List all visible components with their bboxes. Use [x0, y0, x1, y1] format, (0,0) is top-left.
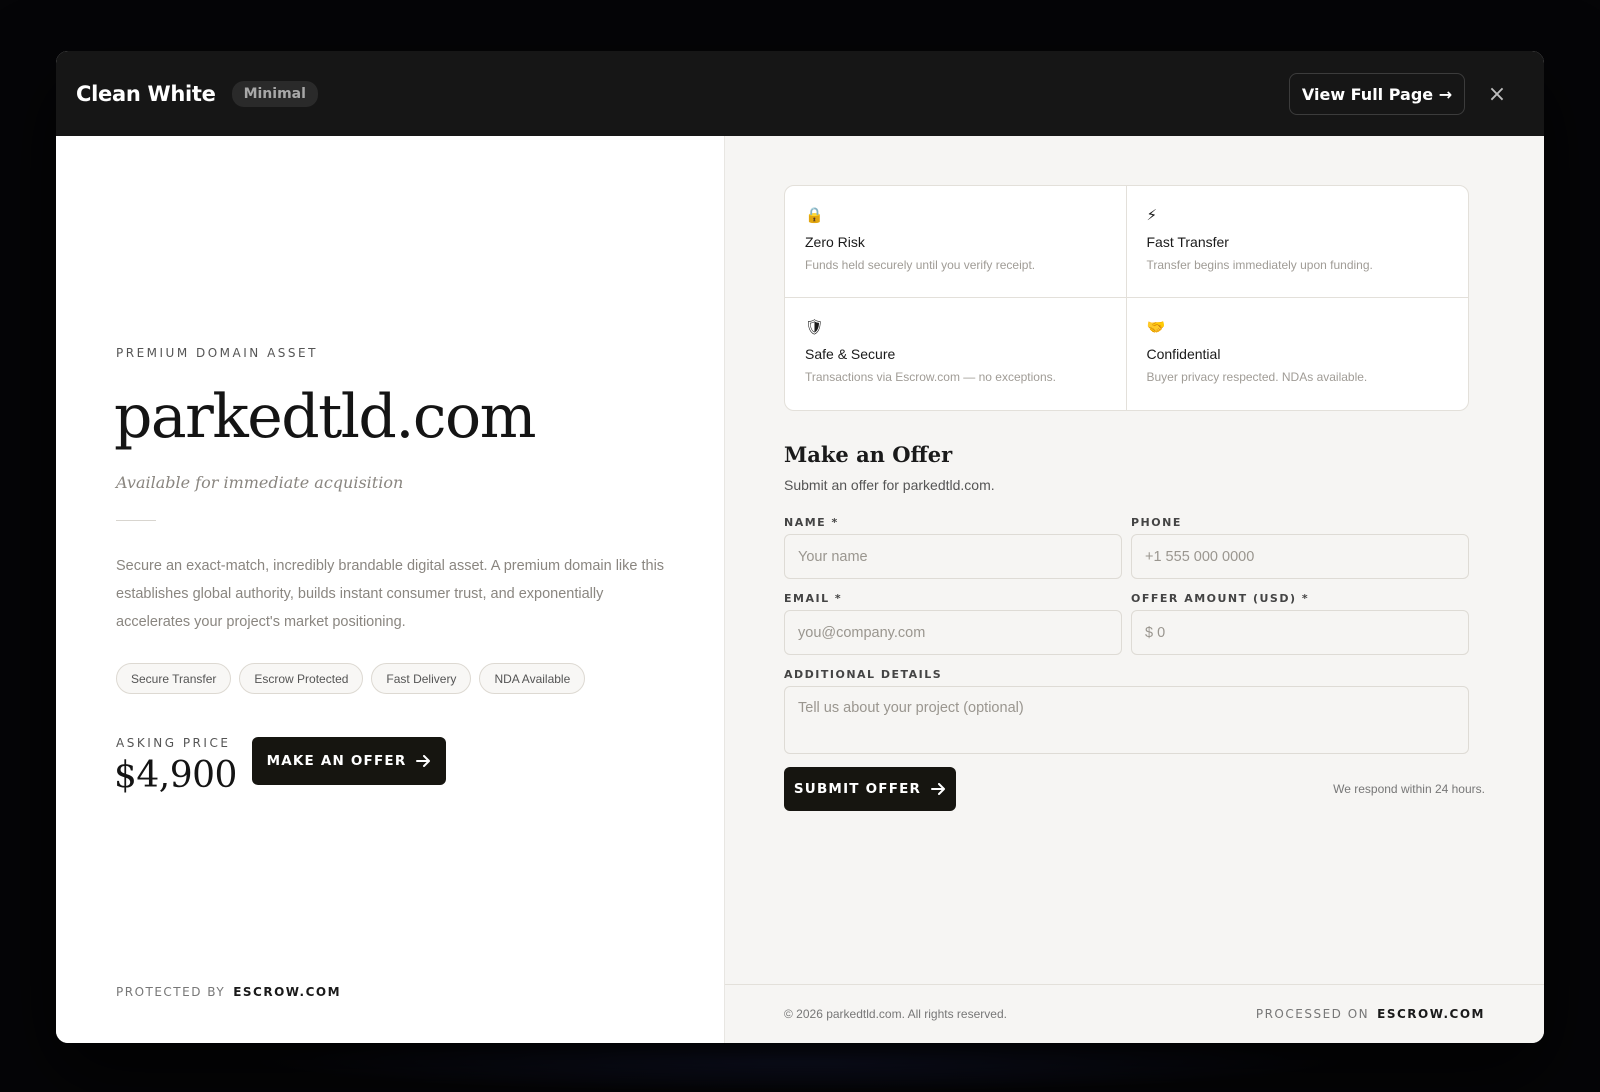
domain-description: Secure an exact-match, incredibly branda…: [116, 558, 665, 630]
divider: [116, 520, 156, 521]
feature-title: Confidential: [1146, 346, 1221, 362]
feature-desc: Transactions via Escrow.com — no excepti…: [805, 370, 1056, 384]
asking-price: $4,900: [114, 755, 237, 796]
feature-desc: Funds held securely until you verify rec…: [805, 258, 1036, 272]
processed-brand: ESCROW.COM: [1377, 1007, 1485, 1021]
submit-offer-label: SUBMIT OFFER: [793, 781, 922, 797]
feature-tags: Secure Transfer Escrow Protected Fast De…: [116, 663, 586, 694]
close-icon[interactable]: ×: [1484, 81, 1510, 107]
modal-header: Clean White Minimal View Full Page → ×: [56, 51, 1544, 136]
offer-form-subtitle: Submit an offer for parkedtld.com.: [784, 477, 995, 493]
feature-title: Zero Risk: [805, 234, 865, 250]
copyright: © 2026 parkedtld.com. All rights reserve…: [784, 1007, 1007, 1021]
features-grid: 🔒 Zero Risk Funds held securely until yo…: [784, 185, 1469, 411]
theme-badge: Minimal: [231, 80, 318, 107]
arrow-right-icon: [931, 783, 946, 795]
panel-footer: © 2026 parkedtld.com. All rights reserve…: [725, 984, 1544, 1043]
submit-offer-button[interactable]: SUBMIT OFFER: [784, 767, 956, 811]
tag: Fast Delivery: [371, 663, 472, 694]
asking-price-label: ASKING PRICE: [116, 736, 231, 750]
email-input[interactable]: [784, 610, 1122, 655]
offer-panel: 🔒 Zero Risk Funds held securely until yo…: [725, 136, 1544, 1043]
phone-label: PHONE: [1131, 516, 1182, 529]
additional-details-label: ADDITIONAL DETAILS: [784, 668, 943, 681]
tag: NDA Available: [479, 663, 586, 694]
feature-title: Fast Transfer: [1146, 234, 1229, 250]
offer-form-title: Make an Offer: [784, 442, 953, 467]
make-offer-button[interactable]: MAKE AN OFFER: [252, 737, 446, 785]
offer-amount-label: OFFER AMOUNT (USD) *: [1131, 592, 1310, 605]
feature-card-confidential: 🤝 Confidential Buyer privacy respected. …: [1127, 298, 1469, 410]
domain-subtitle: Available for immediate acquisition: [116, 473, 404, 492]
handshake-icon: 🤝: [1146, 318, 1166, 336]
protected-brand: ESCROW.COM: [233, 985, 342, 999]
modal-body: PREMIUM DOMAIN ASSET parkedtld.com Avail…: [56, 136, 1544, 1043]
lock-icon: 🔒: [805, 206, 824, 224]
arrow-right-icon: [416, 755, 431, 767]
domain-name: parkedtld.com: [114, 382, 537, 452]
phone-input[interactable]: [1131, 534, 1469, 579]
lightning-icon: ⚡: [1146, 206, 1158, 224]
offer-amount-input[interactable]: [1131, 610, 1469, 655]
name-label: NAME *: [784, 516, 839, 529]
processed-on: PROCESSED ON ESCROW.COM: [1256, 1007, 1485, 1021]
protected-by: PROTECTED BY ESCROW.COM: [116, 985, 341, 999]
tag: Secure Transfer: [116, 663, 232, 694]
feature-desc: Buyer privacy respected. NDAs available.: [1146, 370, 1368, 384]
tag: Escrow Protected: [239, 663, 364, 694]
name-input[interactable]: [784, 534, 1122, 579]
email-label: EMAIL *: [784, 592, 843, 605]
domain-info-panel: PREMIUM DOMAIN ASSET parkedtld.com Avail…: [56, 136, 725, 1043]
feature-desc: Transfer begins immediately upon funding…: [1146, 258, 1373, 272]
feature-title: Safe & Secure: [805, 346, 896, 362]
preview-modal: Clean White Minimal View Full Page → × P…: [56, 51, 1544, 1043]
modal-title: Clean White: [76, 81, 216, 106]
feature-card-zero-risk: 🔒 Zero Risk Funds held securely until yo…: [785, 186, 1127, 298]
additional-details-textarea[interactable]: [784, 686, 1469, 754]
feature-card-fast-transfer: ⚡ Fast Transfer Transfer begins immediat…: [1126, 186, 1468, 298]
eyebrow-label: PREMIUM DOMAIN ASSET: [116, 346, 318, 360]
make-offer-label: MAKE AN OFFER: [266, 753, 407, 769]
shield-icon: 🛡: [805, 318, 825, 336]
feature-card-safe-secure: 🛡 Safe & Secure Transactions via Escrow.…: [785, 298, 1127, 410]
protected-label: PROTECTED BY: [116, 985, 226, 999]
processed-label: PROCESSED ON: [1255, 1007, 1370, 1021]
view-full-page-button[interactable]: View Full Page →: [1289, 73, 1465, 115]
response-time-note: We respond within 24 hours.: [1333, 782, 1485, 796]
